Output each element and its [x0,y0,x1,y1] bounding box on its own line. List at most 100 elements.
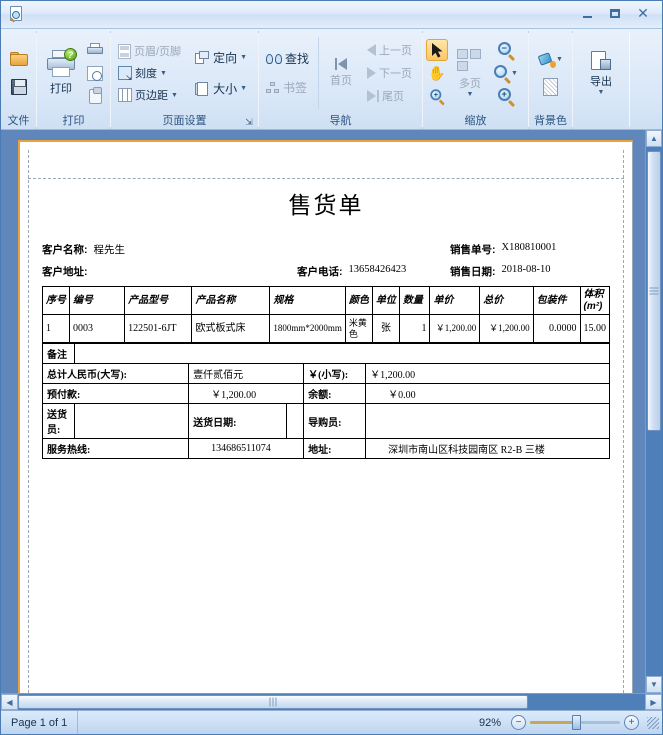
zoom-in-button[interactable]: + [495,85,517,107]
th-unit-price: 单价 [430,287,480,315]
page-size-button[interactable]: 大小 ▼ [191,78,251,99]
balance-value: ￥0.00 [366,384,610,404]
first-page-button[interactable]: 首页 [324,55,358,91]
scroll-down-button[interactable]: ▼ [646,676,662,693]
th-unit: 单位 [372,287,399,315]
print-options-button[interactable] [84,85,106,107]
save-button[interactable] [8,76,30,98]
delivery-date-value [287,404,304,439]
hotline-label: 服务热线: [43,439,189,459]
zoom-slider-control[interactable]: − + [511,715,647,730]
bookmark-button[interactable]: 书签 [262,77,313,98]
margins-button[interactable]: 页边距 ▼ [114,85,185,105]
ribbon-group-label-page-setup: 页面设置 [114,113,255,129]
orientation-button[interactable]: 定向 ▼ [191,47,251,68]
print-button[interactable]: ? 打印 [40,47,82,99]
zoom-slider-handle[interactable] [572,715,581,730]
preview-area: 售货单 客户名称: 程先生 销售单号: X180810001 [1,130,662,693]
binoculars-icon [266,53,282,65]
delivery-date-label: 送货日期: [189,404,287,439]
next-page-icon [367,67,376,79]
zoom-tool-button[interactable]: + [426,85,448,107]
zoom-out-slider-button[interactable]: − [511,715,526,730]
vertical-scrollbar[interactable]: ▲ ▼ [645,130,662,693]
th-seq: 序号 [43,287,70,315]
preview-canvas[interactable]: 售货单 客户名称: 程先生 销售单号: X180810001 [1,130,645,693]
background-color-button[interactable]: ▼ [536,49,566,71]
close-button[interactable]: ✕ [630,3,656,24]
watermark-button[interactable] [540,76,562,98]
next-page-button[interactable]: 下一页 [363,63,416,83]
order-no-field: 销售单号: X180810001 [450,242,610,257]
order-no-value: X180810001 [502,242,557,257]
zoom-level-button[interactable]: ▼ [492,62,520,84]
bookmark-tree-icon [266,82,280,94]
margins-label: 页边距 [135,87,168,103]
hand-tool-button[interactable]: ✋ [426,62,448,84]
find-button[interactable]: 查找 [262,48,313,69]
prepaid-value: ￥1,200.00 [189,384,304,404]
hand-icon: ✋ [428,66,445,80]
scroll-right-button[interactable]: ▶ [645,694,662,710]
page-setup-dialog-launcher[interactable]: ⇲ [243,116,255,128]
scroll-left-button[interactable]: ◀ [1,694,18,710]
quick-print-button[interactable] [84,39,106,61]
chevron-down-icon: ▼ [511,70,518,77]
vertical-scroll-track[interactable] [646,147,662,676]
printer-icon: ? [46,50,76,78]
th-code: 编号 [69,287,124,315]
page-top-margin-line [28,178,624,179]
pointer-tool-button[interactable] [426,39,448,61]
hotline-row: 服务热线: 134686511074 地址: 深圳市南山区科技园南区 R2-B … [43,439,610,459]
ribbon-group-label-print: 打印 [40,113,107,129]
ribbon-toolbar: 文件 ? 打印 [1,29,662,130]
print-preview-window: ✕ 文件 ? 打印 [0,0,663,735]
cell-code: 0003 [69,315,124,343]
document-content: 售货单 客户名称: 程先生 销售单号: X180810001 [42,186,610,459]
remark-label: 备注 [43,344,75,364]
document-page: 售货单 客户名称: 程先生 销售单号: X180810001 [18,140,633,693]
open-button[interactable] [8,48,30,70]
horizontal-scroll-thumb[interactable] [18,695,528,709]
page-setup-preview-button[interactable] [84,62,106,84]
chevron-down-icon: ▼ [160,70,167,77]
last-page-button[interactable]: 尾页 [363,86,416,106]
last-page-icon [367,90,379,102]
printer-small-icon [87,43,103,57]
resize-grip[interactable] [647,717,659,729]
multi-page-button[interactable]: 多页 ▼ [451,46,489,101]
hotline-value: 134686511074 [189,439,304,459]
zoom-slider-track[interactable] [530,721,620,724]
header-footer-icon [118,44,131,59]
scroll-up-button[interactable]: ▲ [646,130,662,147]
total-num-label: ￥(小写): [304,364,366,384]
ribbon-group-page-setup: 页眉/页脚 刻度 ▼ 页边距 ▼ [111,31,259,129]
cell-packages: 0.0000 [533,315,580,343]
export-button[interactable]: 导出 ▼ [581,44,621,103]
cell-seq: 1 [43,315,70,343]
order-date-value: 2018-08-10 [502,264,551,279]
ribbon-group-export: 导出 ▼ [573,31,629,129]
zoom-in-icon: + [498,88,515,105]
vertical-scroll-thumb[interactable] [647,151,661,431]
prev-page-button[interactable]: 上一页 [363,40,416,60]
horizontal-scrollbar[interactable]: ◀ ▶ [1,693,662,710]
header-footer-button[interactable]: 页眉/页脚 [114,41,185,61]
ribbon-group-label-file: 文件 [4,113,33,129]
chevron-down-icon: ▼ [240,85,247,92]
cell-total-price: ￥1,200.00 [480,315,533,343]
address-value: 深圳市南山区科技园南区 R2-B 三楼 [366,439,610,459]
next-page-label: 下一页 [379,65,412,81]
zoom-in-slider-button[interactable]: + [624,715,639,730]
paint-bucket-icon [538,52,556,68]
maximize-button[interactable] [602,3,628,24]
meta-row-2: 客户地址: 客户电话: 13658426423 销售日期: 2018-08-10 [42,264,610,279]
zoom-out-button[interactable]: − [495,39,517,61]
delivery-row: 送货员: 送货日期: 导购员: [43,404,610,439]
page-size-icon [195,82,210,96]
horizontal-scroll-track[interactable] [18,694,645,710]
watermark-icon [543,78,558,96]
scale-button[interactable]: 刻度 ▼ [114,63,185,83]
prev-page-icon [367,44,376,56]
minimize-button[interactable] [574,3,600,24]
